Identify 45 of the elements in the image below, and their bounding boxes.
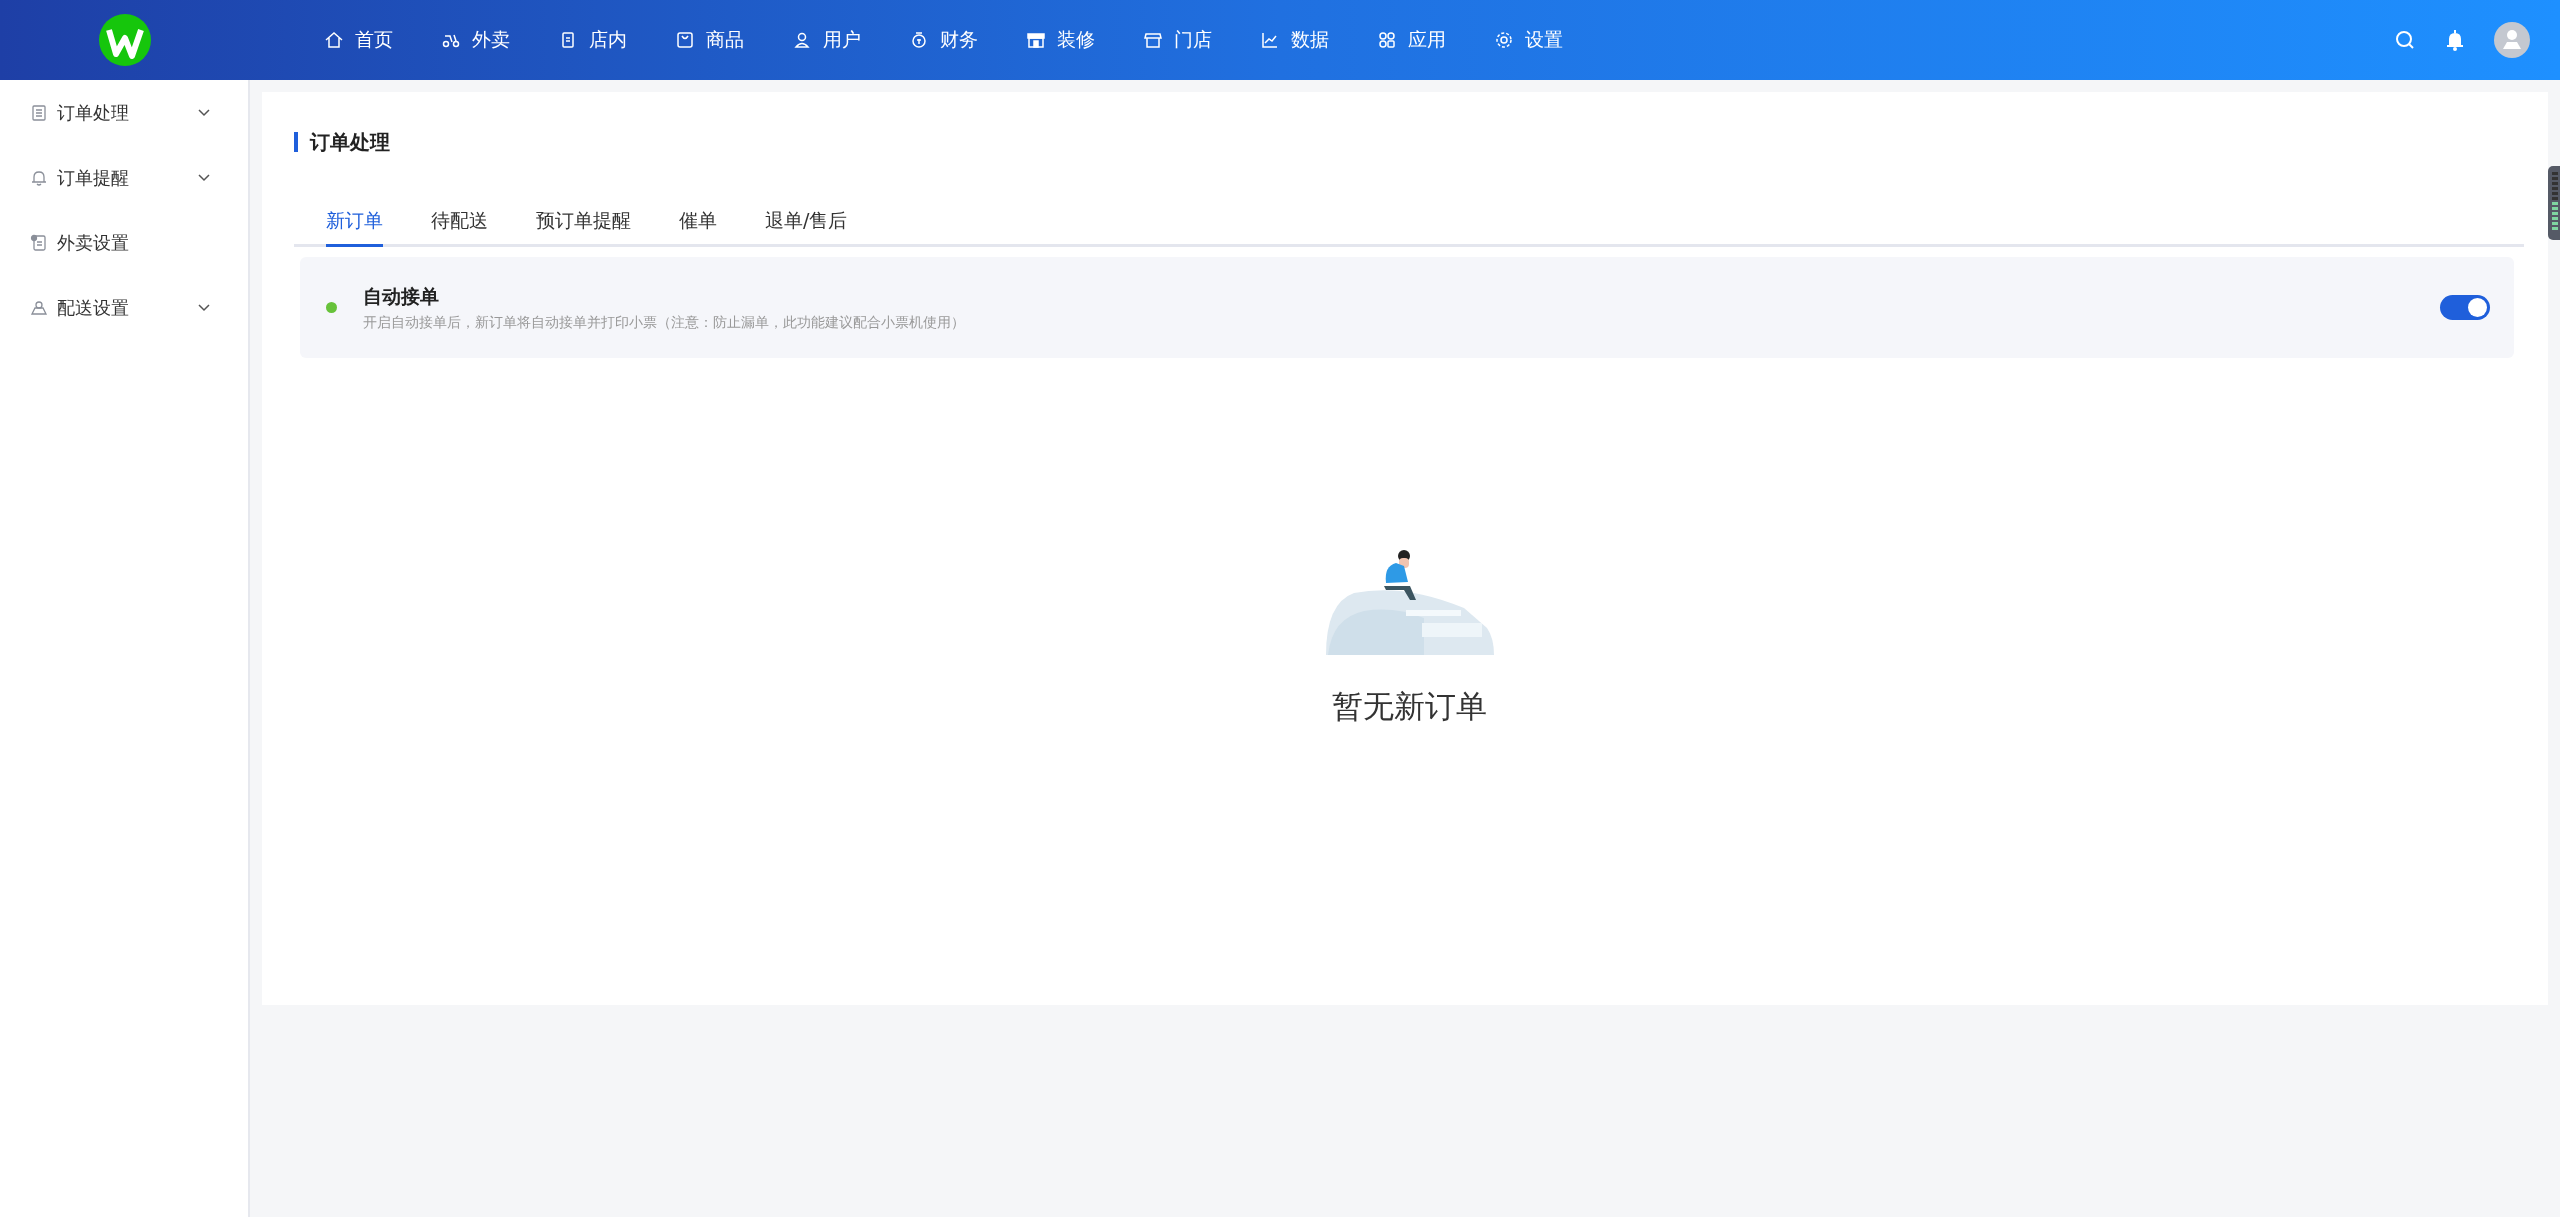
nav-item[interactable]: 首页 <box>320 19 433 61</box>
search-icon[interactable] <box>2394 29 2416 51</box>
logo-icon[interactable] <box>99 14 151 66</box>
chevron-down-icon <box>198 303 210 312</box>
nav-item[interactable]: 店内 <box>554 19 667 61</box>
nav-item[interactable]: 财务 <box>905 19 1018 61</box>
chevron-down-icon <box>198 108 210 117</box>
bag-icon <box>675 30 695 50</box>
settings-icon <box>1494 30 1514 50</box>
empty-message: 暂无新订单 <box>1331 687 1487 726</box>
sidebar-item[interactable]: 外卖设置 <box>0 210 248 275</box>
page-title: 订单处理 <box>294 132 2524 152</box>
apps-icon <box>1377 30 1397 50</box>
status-dot <box>326 302 337 313</box>
setting-description: 开启自动接单后，新订单将自动接单并打印小票（注意：防止漏单，此功能建议配合小票机使用） <box>363 313 966 332</box>
nav-item[interactable]: 商品 <box>671 19 784 61</box>
home-icon <box>324 30 344 50</box>
nav-item[interactable]: 装修 <box>1022 19 1135 61</box>
user-icon <box>792 30 812 50</box>
nav-item[interactable]: 门店 <box>1139 19 1252 61</box>
sidebar-item[interactable]: 订单提醒 <box>0 145 248 210</box>
tab[interactable]: 催单 <box>679 208 717 247</box>
tab[interactable]: 新订单 <box>326 208 383 247</box>
setting-title: 自动接单 <box>363 283 440 309</box>
toggle-switch[interactable] <box>2440 295 2490 320</box>
nav-item[interactable]: 用户 <box>788 19 901 61</box>
document-icon <box>30 103 48 122</box>
nav-item[interactable]: 设置 <box>1490 19 1603 61</box>
bell-icon[interactable] <box>2444 29 2466 51</box>
note-icon <box>30 233 48 252</box>
sidebar-item[interactable]: 配送设置 <box>0 275 248 340</box>
store-icon <box>1143 30 1163 50</box>
bell-icon <box>30 168 48 187</box>
avatar-icon[interactable] <box>2494 22 2530 58</box>
tab[interactable]: 退单/售后 <box>765 208 848 247</box>
sidebar-item[interactable]: 订单处理 <box>0 80 248 145</box>
tab[interactable]: 待配送 <box>431 208 488 247</box>
nav-item[interactable]: 应用 <box>1373 19 1486 61</box>
nav-item[interactable]: 外卖 <box>437 19 550 61</box>
map-pin-icon <box>30 298 48 317</box>
storefront-icon <box>1026 30 1046 50</box>
nav-item[interactable]: 数据 <box>1256 19 1369 61</box>
tab[interactable]: 预订单提醒 <box>536 208 631 247</box>
line-chart-icon <box>1260 30 1280 50</box>
chevron-down-icon <box>198 173 210 182</box>
